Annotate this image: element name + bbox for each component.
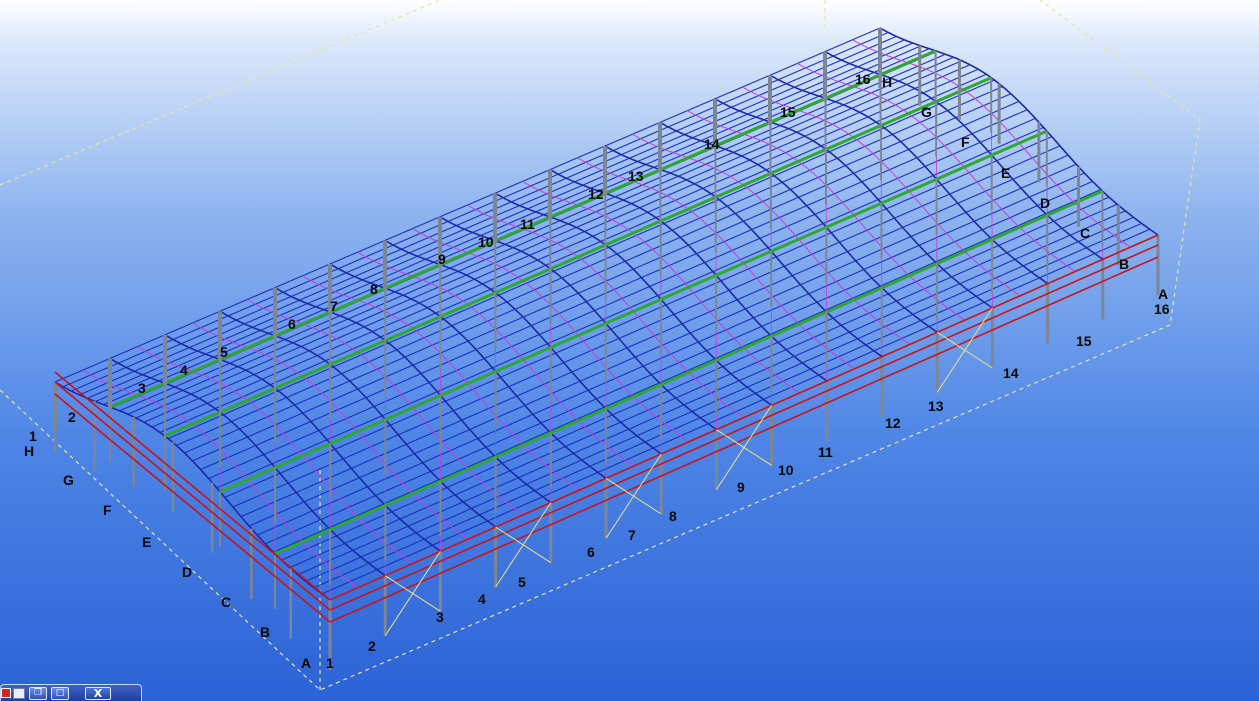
grid-label-far-3: 3 <box>138 380 146 396</box>
grid-label-right-H: H <box>882 74 892 90</box>
grid-label-near-1: 1 <box>326 655 334 671</box>
grid-label-near-10: 10 <box>778 462 794 478</box>
grid-label-left-B: B <box>260 624 270 640</box>
eave-beam <box>329 244 1159 611</box>
grid-label-far-11: 11 <box>520 216 535 232</box>
grid-label-right-E: E <box>1001 165 1010 181</box>
grid-label-far-4: 4 <box>180 362 188 378</box>
grid-label-left-G: G <box>63 472 74 488</box>
restore-button[interactable]: ❐ <box>29 686 47 700</box>
grid-label-left-F: F <box>103 502 112 518</box>
grid-label-near-11: 11 <box>818 444 833 460</box>
rafter <box>604 145 883 358</box>
eave-beam <box>54 371 331 601</box>
grid-label-far-5: 5 <box>220 344 228 360</box>
grid-label-far-2: 2 <box>68 409 76 425</box>
grid-label-near-13: 13 <box>928 398 944 414</box>
grid-label-right-G: G <box>921 104 932 120</box>
maximize-button[interactable]: □ <box>51 686 69 700</box>
grid-label-near-4: 4 <box>478 591 486 607</box>
structure-3d-view[interactable]: 1234567891011121314151623456789101112131… <box>0 0 1259 701</box>
app-icon <box>1 688 11 698</box>
close-button[interactable]: X <box>85 686 111 700</box>
eave-beam <box>329 234 1159 601</box>
document-icon <box>13 687 25 699</box>
grid-label-right-F: F <box>961 134 970 150</box>
grid-label-far-9: 9 <box>438 251 446 267</box>
grid-label-near-5: 5 <box>518 574 526 590</box>
grid-label-far-13: 13 <box>628 168 644 184</box>
grid-label-left-E: E <box>142 534 151 550</box>
grid-label-far-14: 14 <box>704 136 720 152</box>
grid-label-far-16: 16 <box>855 71 871 87</box>
grid-label-near-14: 14 <box>1003 365 1019 381</box>
rafter <box>659 121 938 333</box>
rafter <box>54 381 331 601</box>
rafter <box>714 98 993 309</box>
grid-label-left-top: 1 <box>29 428 37 444</box>
grid-label-near-3: 3 <box>436 609 444 625</box>
grid-label-near-8: 8 <box>669 508 677 524</box>
rafter <box>879 27 1159 236</box>
grid-label-left-D: D <box>182 564 192 580</box>
model-viewport[interactable]: 1 2 3 4 5 6 7 8 9 10 11 12 13 14 15 16 2 3 4 5 6 7 8 9 10 11 12 13 1… <box>0 0 1259 701</box>
grid-label-far-6: 6 <box>288 316 296 332</box>
grid-label-far-12: 12 <box>588 186 604 202</box>
minimized-window-bar[interactable]: ❐ □ X <box>0 684 142 701</box>
grid-label-right-A: A <box>1158 286 1168 302</box>
grid-label-near-16: 16 <box>1154 301 1170 317</box>
grid-label-far-7: 7 <box>330 298 338 314</box>
boundary-edge <box>0 0 441 186</box>
grid-label-far-15: 15 <box>780 104 796 120</box>
wall-bracing <box>384 307 993 636</box>
grid-label-right-D: D <box>1040 195 1050 211</box>
grid-label-far-8: 8 <box>370 281 378 297</box>
grid-label-near-6: 6 <box>587 544 595 560</box>
grid-label-near-2: 2 <box>368 638 376 654</box>
grid-label-near-12: 12 <box>885 415 901 431</box>
grid-label-near-15: 15 <box>1076 333 1092 349</box>
grid-label-left-C: C <box>221 594 231 610</box>
grid-label-far-10: 10 <box>478 234 494 250</box>
grid-label-left-H: H <box>24 443 34 459</box>
grid-label-right-C: C <box>1080 225 1090 241</box>
grid-label-near-7: 7 <box>628 527 636 543</box>
grid-label-left-A: A <box>301 655 311 671</box>
grid-label-near-9: 9 <box>737 479 745 495</box>
grid-label-right-B: B <box>1119 256 1129 272</box>
